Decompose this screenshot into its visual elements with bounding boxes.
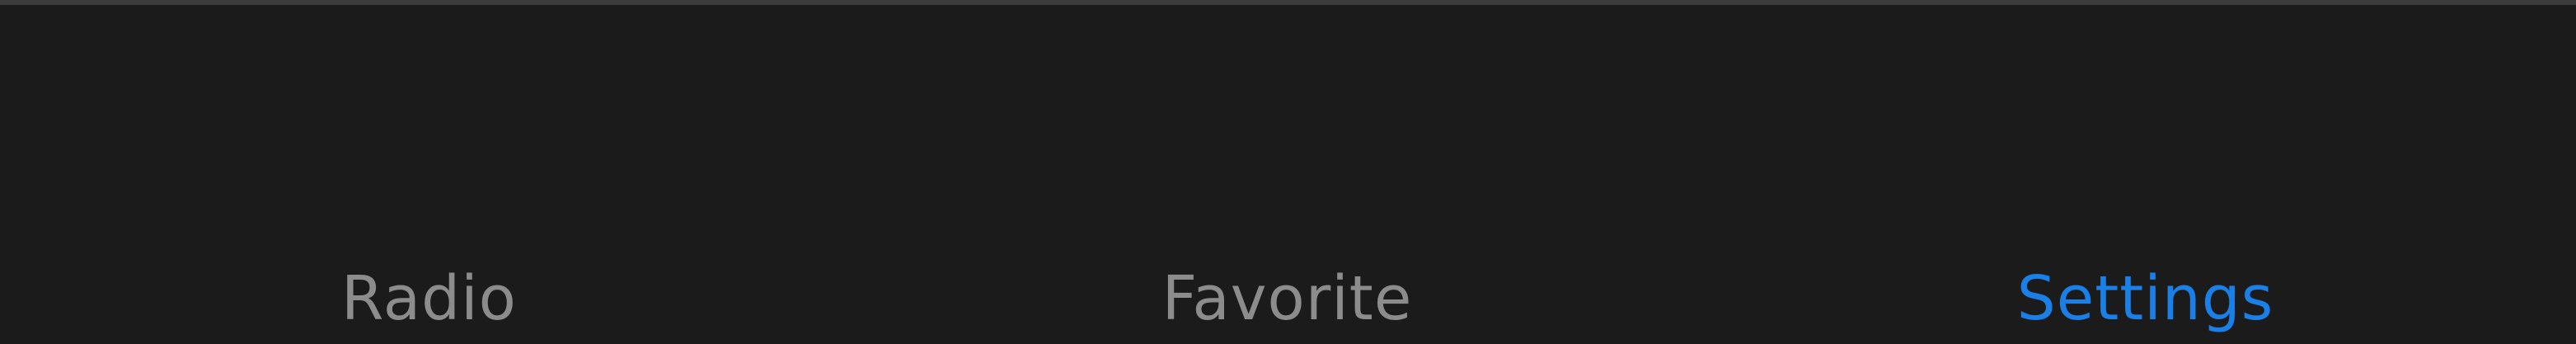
- tab-radio[interactable]: Radio: [0, 5, 858, 344]
- tab-favorite[interactable]: Favorite: [858, 5, 1716, 344]
- tab-settings[interactable]: Settings: [1716, 5, 2574, 344]
- bottom-tab-bar: Radio Favorite Settings: [0, 0, 2576, 344]
- tab-radio-label: Radio: [341, 263, 517, 334]
- tab-favorite-label: Favorite: [1161, 263, 1413, 334]
- tab-settings-label: Settings: [2016, 263, 2274, 334]
